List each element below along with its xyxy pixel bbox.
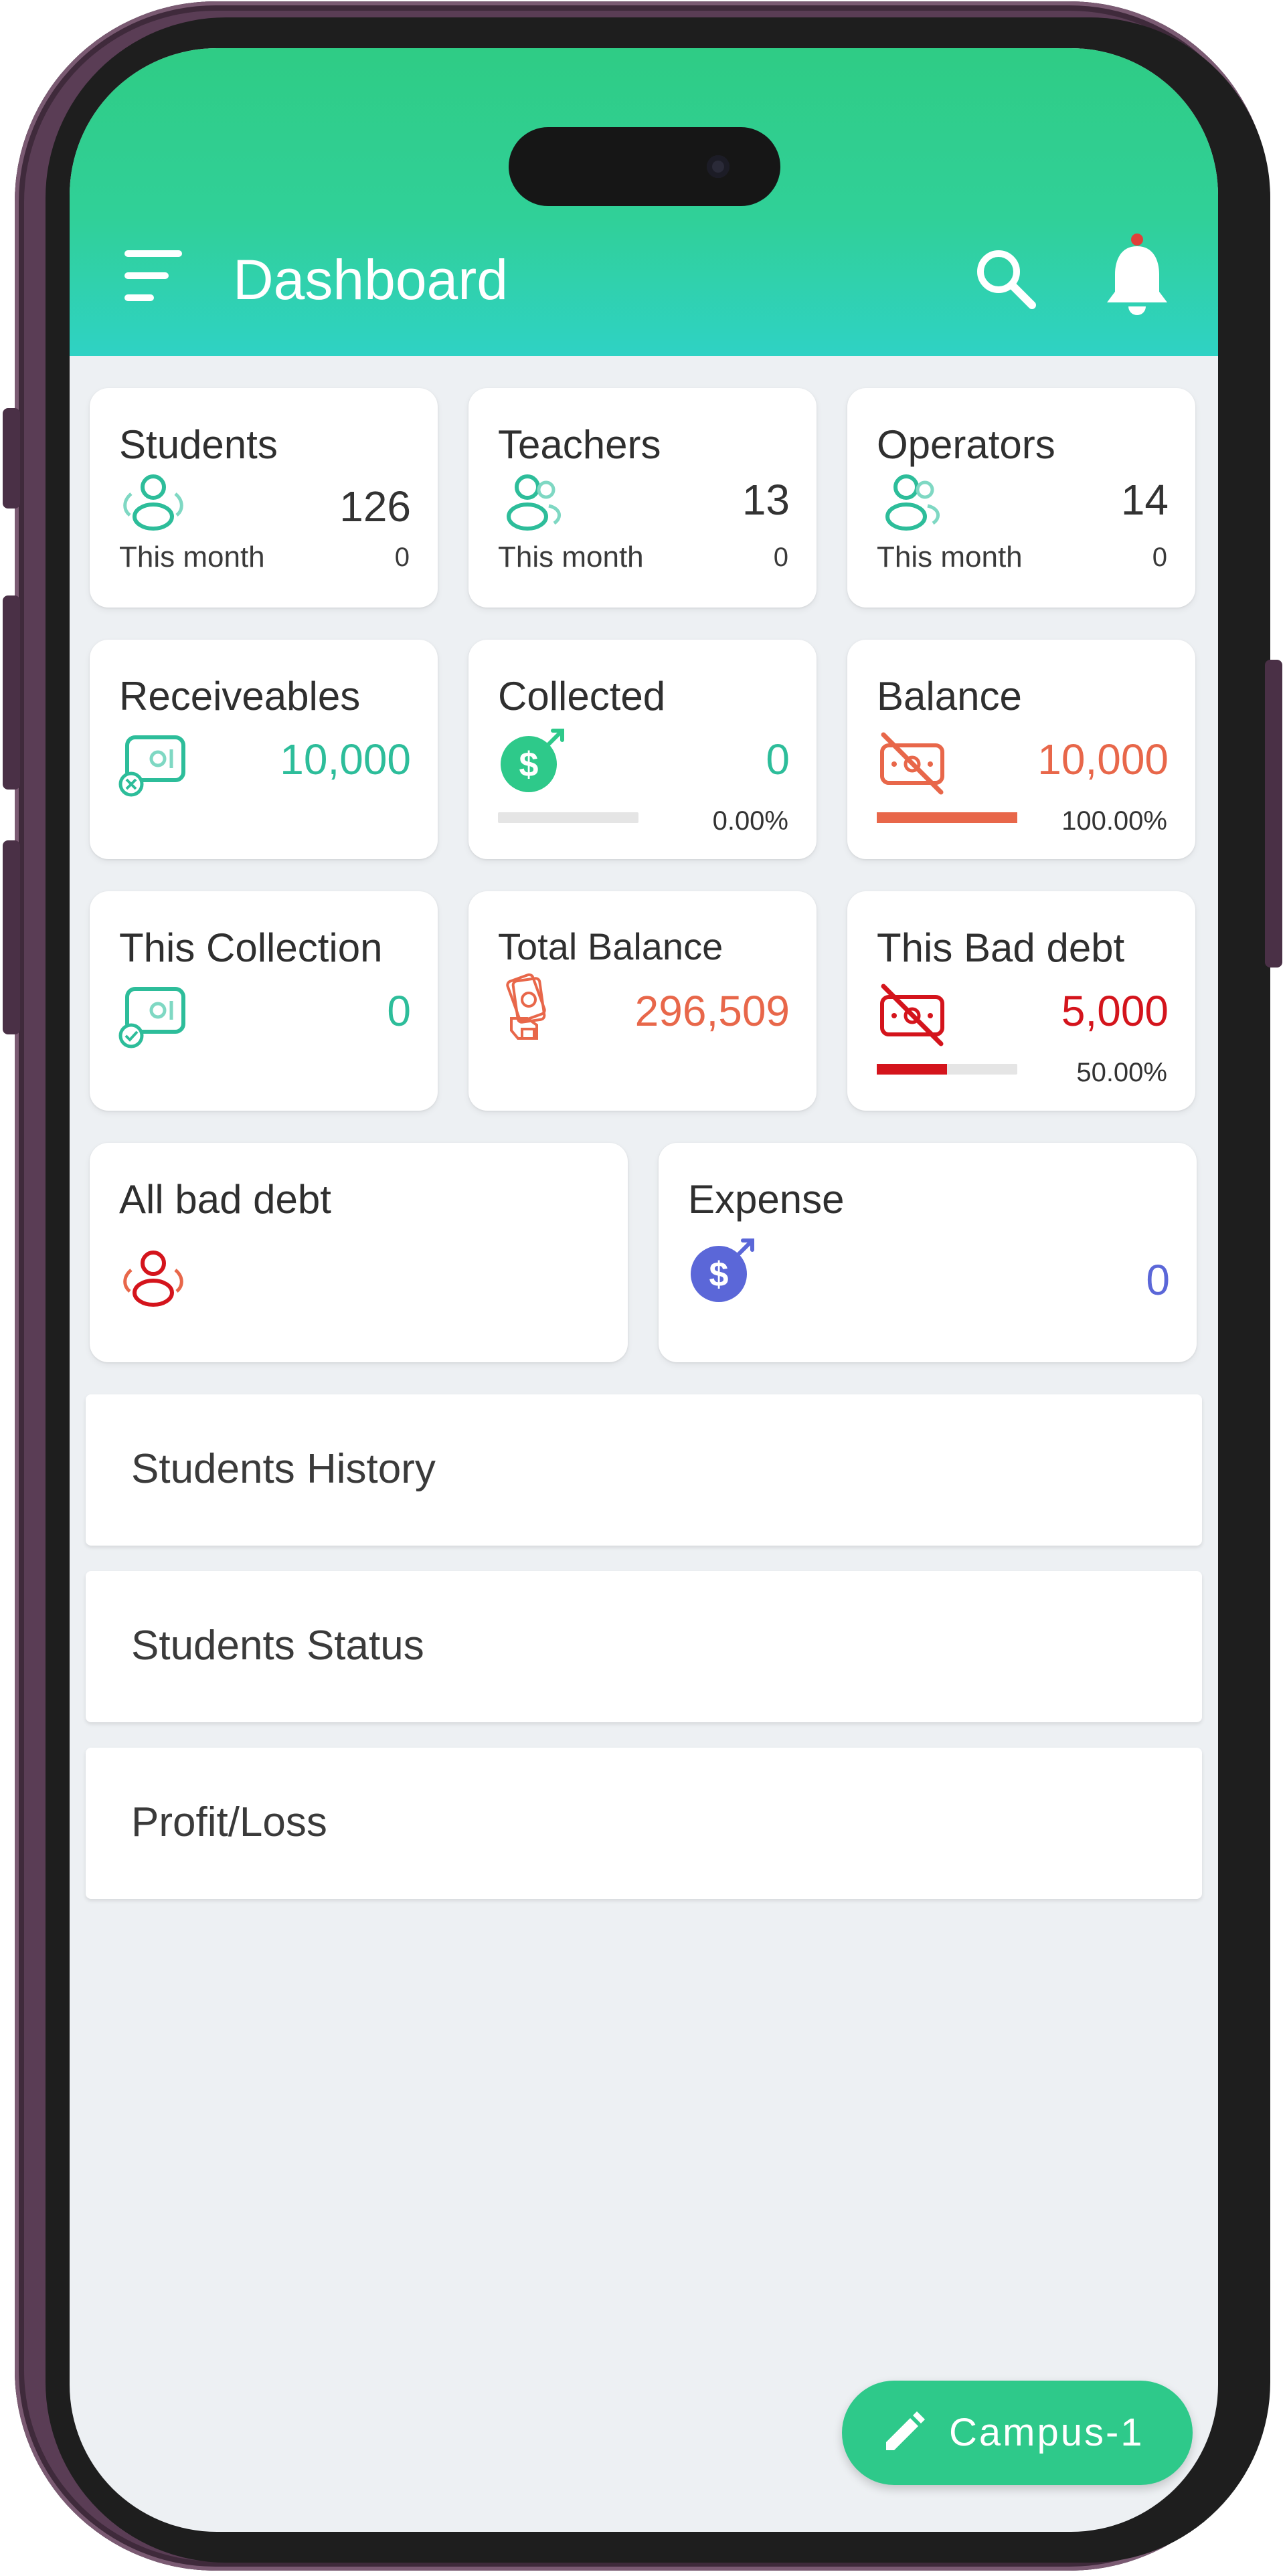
card-label: Teachers [498,422,661,467]
card-label: This Collection [119,925,383,970]
notification-bell-icon[interactable] [1100,230,1174,324]
card-value: 13 [742,476,790,524]
card-sub-label: This month [877,541,1023,573]
progress-fill [877,812,1017,823]
card-label: Students [119,422,278,467]
search-icon[interactable] [973,246,1040,313]
balance-card[interactable]: Balance 10,000 100.00% [847,640,1195,859]
section-label: Students Status [131,1623,424,1669]
card-value: 0 [766,735,790,784]
menu-icon[interactable] [124,250,182,301]
card-label: Balance [877,674,1022,719]
card-sub-value: 0 [394,543,410,572]
page-title: Dashboard [233,248,508,311]
collected-progress-bar [498,812,638,823]
card-label: Total Balance [498,925,723,968]
total-balance-card[interactable]: Total Balance 296,509 [468,891,817,1111]
card-sub-label: This month [119,541,265,573]
card-value: 126 [339,482,411,531]
card-sub-value: 0 [1152,543,1167,572]
dynamic-island [509,127,780,206]
balance-progress-bar [877,812,1017,823]
pencil-icon [886,2411,925,2450]
dollar-arrow-icon: $ [691,1238,754,1302]
camera-lens [707,155,730,178]
card-value: 5,000 [1061,987,1169,1035]
collected-card[interactable]: Collected $ 0 0.00% [468,640,817,859]
section-label: Students History [131,1446,436,1492]
phone-side-button [3,840,20,1034]
expense-card[interactable]: Expense $ 0 [659,1143,1197,1362]
card-percent: 0.00% [712,806,788,836]
card-sub-value: 0 [773,543,788,572]
section-label: Profit/Loss [131,1799,327,1845]
card-value: 296,509 [634,987,790,1035]
section-profit-loss[interactable]: Profit/Loss [86,1748,1202,1899]
bad-debt-progress-bar [877,1064,1017,1075]
this-collection-card[interactable]: This Collection 0 [90,891,438,1111]
app-header: Dashboard [70,48,1218,356]
users-icon [123,1251,183,1307]
money-card-icon [118,735,185,797]
teachers-card[interactable]: Teachers 13 This month 0 [468,388,817,608]
card-value: 10,000 [1037,735,1169,784]
this-bad-debt-card[interactable]: This Bad debt 5,000 50.00% [847,891,1195,1111]
money-off-icon [880,984,944,1046]
section-students-history[interactable]: Students History [86,1394,1202,1546]
section-students-status[interactable]: Students Status [86,1571,1202,1722]
users-icon [507,474,561,531]
card-value: 14 [1120,476,1169,524]
operators-card[interactable]: Operators 14 This month 0 [847,388,1195,608]
fab-label: Campus-1 [949,2411,1144,2454]
card-label: Expense [688,1177,845,1222]
card-percent: 100.00% [1061,806,1167,836]
card-percent: 50.00% [1076,1058,1167,1087]
progress-fill [877,1064,947,1075]
phone-side-button [1265,660,1282,968]
card-label: This Bad debt [877,925,1125,970]
card-label: All bad debt [119,1177,331,1222]
receiveables-card[interactable]: Receiveables 10,000 [90,640,438,859]
card-sub-label: This month [498,541,644,573]
money-check-icon [118,987,185,1048]
dollar-arrow-icon: $ [501,729,564,792]
students-card[interactable]: Students 126 This month 0 [90,388,438,608]
card-value: 0 [387,987,411,1035]
phone-side-button [3,595,20,790]
money-hand-icon [506,973,546,1040]
card-label: Operators [877,422,1055,467]
card-value: 0 [1146,1256,1170,1304]
campus-fab-button[interactable]: Campus-1 [842,2381,1193,2485]
card-value: 10,000 [280,735,411,784]
money-off-icon [880,732,944,795]
phone-side-button [3,408,20,509]
app-screen: Dashboard Students 126 This month 0 Teac… [70,48,1218,2532]
all-bad-debt-card[interactable]: All bad debt [90,1143,628,1362]
svg-text:$: $ [709,1255,729,1294]
users-icon [885,474,940,531]
svg-text:$: $ [519,745,539,784]
card-label: Receiveables [119,674,361,719]
users-icon [123,474,183,531]
card-label: Collected [498,674,666,719]
